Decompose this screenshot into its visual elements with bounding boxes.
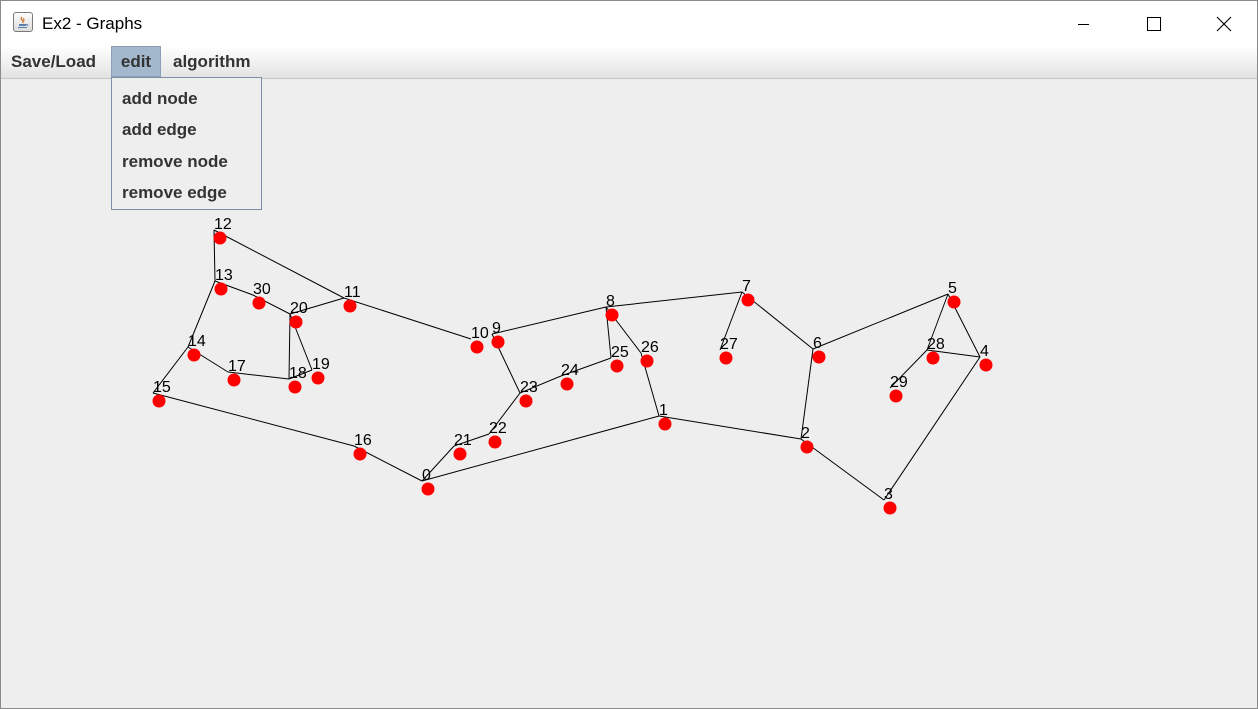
graph-node-label-29: 29 [890, 374, 908, 391]
graph-node-4[interactable] [979, 358, 993, 372]
graph-node-label-6: 6 [813, 335, 822, 352]
graph-node-5[interactable] [947, 295, 961, 309]
graph-node-18[interactable] [288, 380, 302, 394]
edit-dropdown-menu: add node add edge remove node remove edg… [111, 77, 262, 210]
graph-node-label-24: 24 [561, 362, 579, 379]
graph-node-13[interactable] [214, 282, 228, 296]
graph-node-8[interactable] [605, 308, 619, 322]
graph-node-label-0: 0 [422, 467, 431, 484]
graph-node-label-15: 15 [153, 379, 171, 396]
graph-edge-8-9[interactable] [491, 306, 607, 335]
graph-node-22[interactable] [488, 435, 502, 449]
graph-node-label-18: 18 [289, 365, 307, 382]
menu-save-load[interactable]: Save/Load [11, 46, 96, 77]
graph-node-24[interactable] [560, 377, 574, 391]
graph-edge-1-2[interactable] [658, 415, 802, 440]
graph-node-25[interactable] [610, 359, 624, 373]
graph-node-16[interactable] [353, 447, 367, 461]
minimize-button[interactable] [1049, 1, 1119, 46]
maximize-button[interactable] [1119, 1, 1189, 46]
graph-node-9[interactable] [491, 335, 505, 349]
graph-node-label-21: 21 [454, 432, 472, 449]
graph-node-label-16: 16 [354, 432, 372, 449]
graph-node-12[interactable] [213, 231, 227, 245]
graph-edge-10-11[interactable] [343, 297, 472, 340]
graph-node-label-12: 12 [214, 216, 232, 233]
graph-node-label-1: 1 [659, 402, 668, 419]
graph-edge-7-8[interactable] [605, 291, 743, 308]
graph-node-label-11: 11 [344, 284, 361, 301]
close-icon [1216, 16, 1232, 31]
graph-node-23[interactable] [519, 394, 533, 408]
graph-node-label-4: 4 [980, 343, 989, 360]
graph-node-label-8: 8 [606, 293, 615, 310]
graph-node-19[interactable] [311, 371, 325, 385]
graph-node-17[interactable] [227, 373, 241, 387]
graph-node-2[interactable] [800, 440, 814, 454]
graph-node-label-23: 23 [520, 379, 538, 396]
close-button[interactable] [1189, 1, 1257, 46]
graph-node-label-13: 13 [215, 267, 233, 284]
graph-node-29[interactable] [889, 389, 903, 403]
graph-node-label-5: 5 [948, 280, 957, 297]
labels-layer: 01234567891011121314151617 18192021222324… [153, 216, 989, 503]
graph-node-label-22: 22 [489, 420, 507, 437]
graph-edge-2-3[interactable] [800, 438, 885, 501]
window-title: Ex2 - Graphs [42, 14, 143, 33]
title-bar: Ex2 - Graphs [1, 1, 1257, 46]
graph-node-label-3: 3 [884, 486, 893, 503]
graph-node-10[interactable] [470, 340, 484, 354]
graph-node-1[interactable] [658, 417, 672, 431]
menu-bar: Save/Load edit algorithm [1, 46, 1257, 79]
graph-node-27[interactable] [719, 351, 733, 365]
graph-node-label-26: 26 [641, 339, 659, 356]
graph-node-label-17: 17 [228, 358, 246, 375]
graph-node-label-14: 14 [188, 333, 206, 350]
graph-node-label-2: 2 [801, 425, 810, 442]
menu-algorithm[interactable]: algorithm [173, 46, 250, 77]
graph-node-3[interactable] [883, 501, 897, 515]
menu-item-add-edge[interactable]: add edge [122, 116, 197, 144]
graph-node-label-20: 20 [290, 300, 308, 317]
graph-node-7[interactable] [741, 293, 755, 307]
graph-node-28[interactable] [926, 351, 940, 365]
maximize-icon [1147, 16, 1161, 31]
graph-node-20[interactable] [289, 315, 303, 329]
graph-node-label-19: 19 [312, 356, 330, 373]
java-app-icon [13, 12, 33, 32]
graph-node-0[interactable] [421, 482, 435, 496]
menu-edit[interactable]: edit [111, 46, 161, 77]
menu-item-add-node[interactable]: add node [122, 85, 198, 113]
menu-item-remove-edge[interactable]: remove edge [122, 179, 227, 207]
graph-node-label-7: 7 [742, 278, 751, 295]
graph-node-label-28: 28 [927, 336, 945, 353]
graph-node-14[interactable] [187, 348, 201, 362]
menu-item-remove-node[interactable]: remove node [122, 148, 228, 176]
graph-node-26[interactable] [640, 354, 654, 368]
graph-node-label-25: 25 [611, 344, 629, 361]
graph-node-label-30: 30 [253, 281, 271, 298]
app-window: Ex2 - Graphs Save/Load edit algorithm 0 1… [0, 0, 1258, 709]
graph-node-11[interactable] [343, 299, 357, 313]
minimize-icon [1078, 23, 1089, 25]
graph-node-21[interactable] [453, 447, 467, 461]
graph-node-label-10: 10 [471, 325, 489, 342]
graph-node-6[interactable] [812, 350, 826, 364]
graph-node-label-27: 27 [720, 336, 738, 353]
graph-node-30[interactable] [252, 296, 266, 310]
graph-node-15[interactable] [152, 394, 166, 408]
graph-node-label-9: 9 [492, 320, 501, 337]
graph-edge-15-16[interactable] [152, 392, 355, 447]
